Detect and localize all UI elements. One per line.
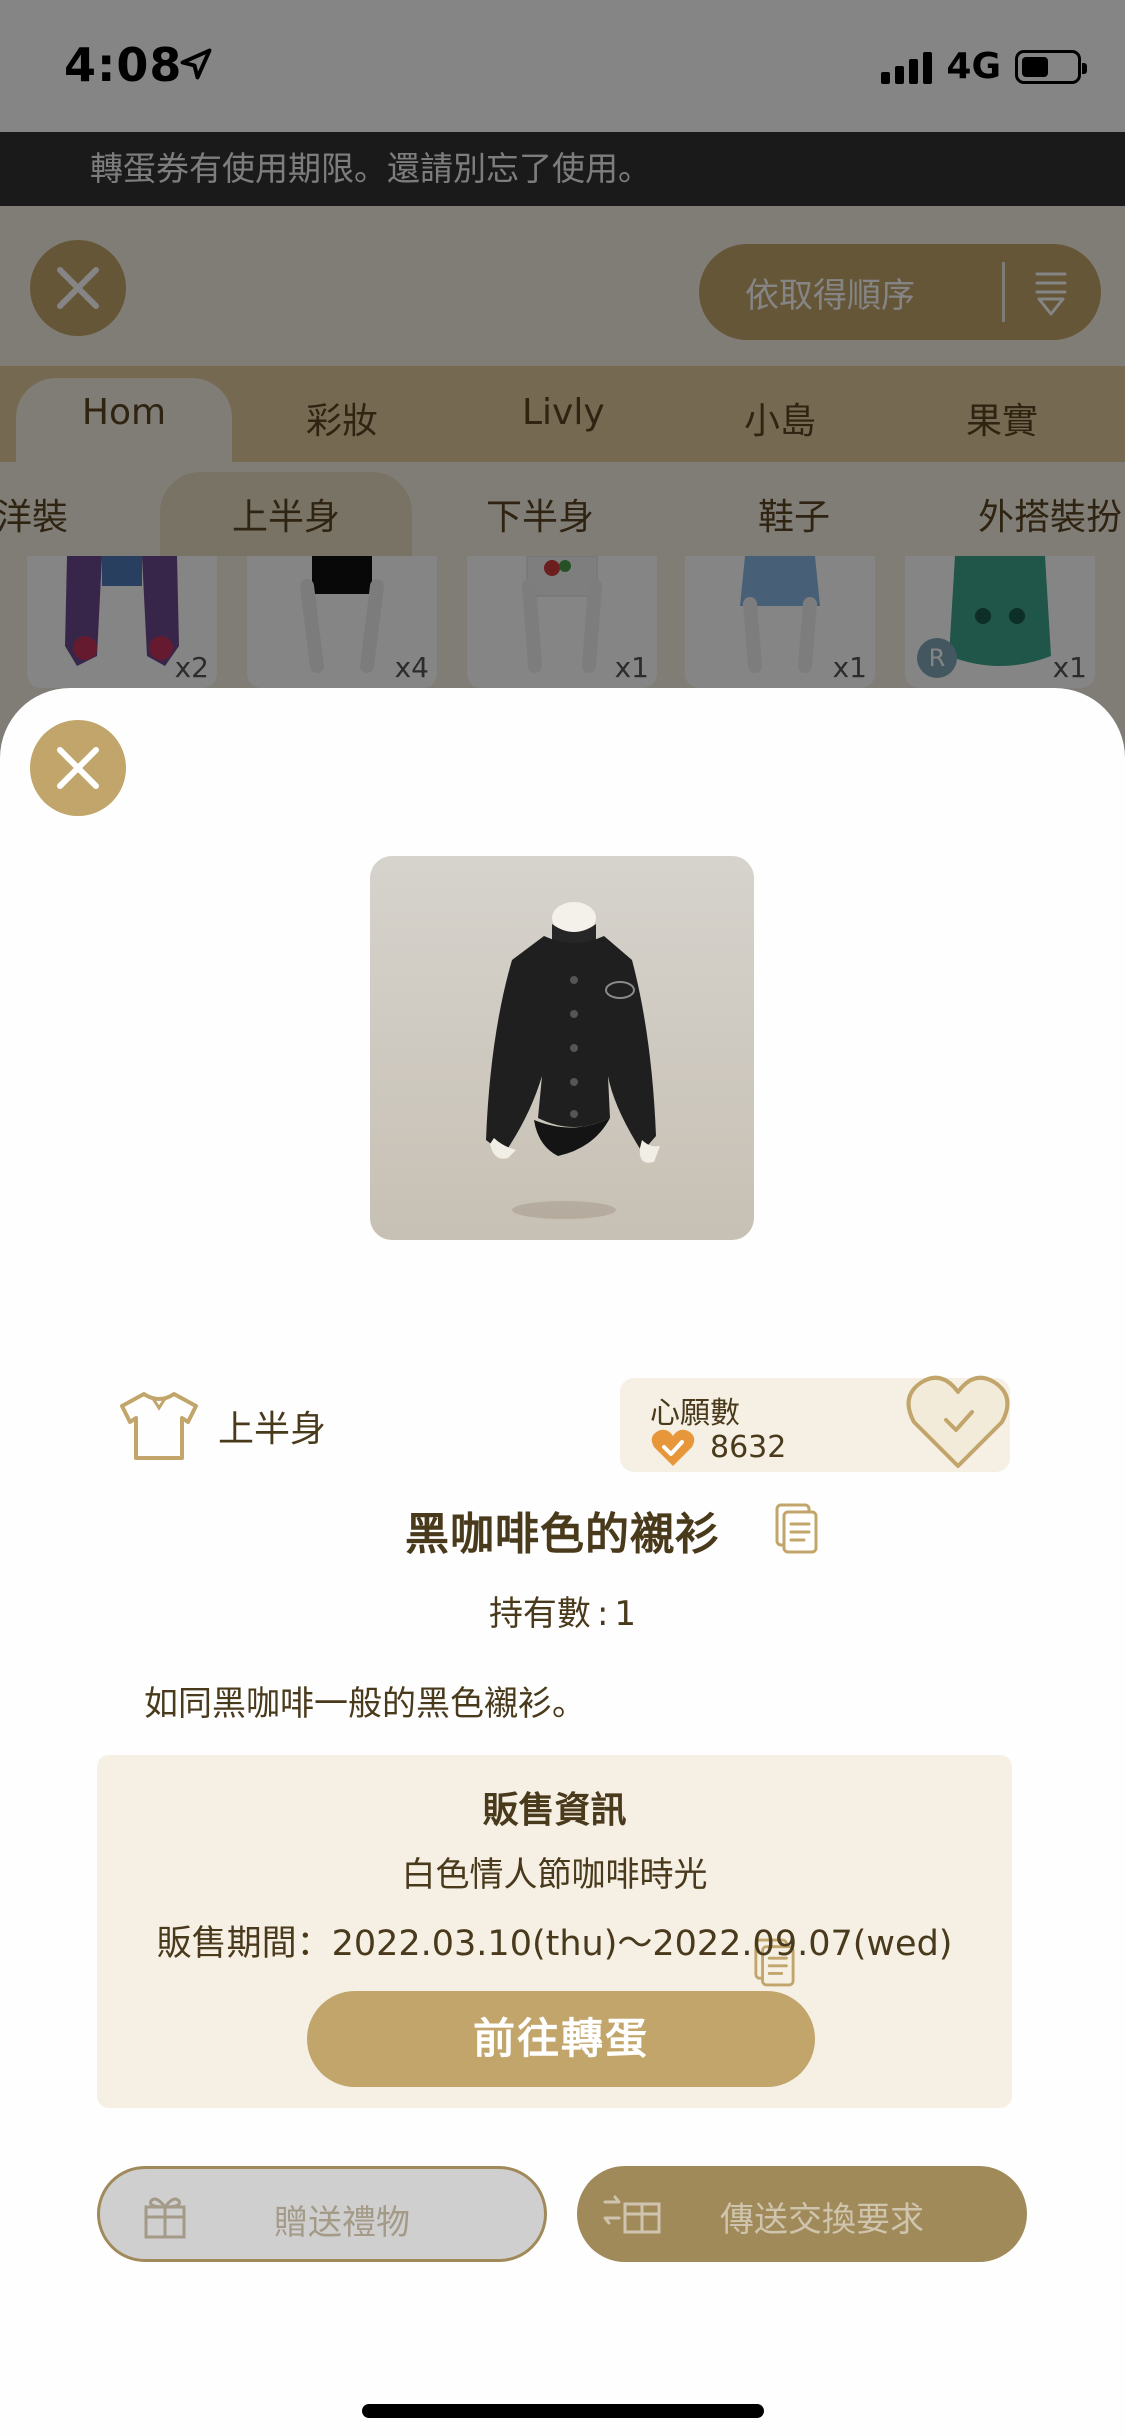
sale-period: 販售期間：2022.03.10(thu)～2022.09.07(wed)	[156, 1924, 953, 1964]
send-gift-button[interactable]: 贈送禮物	[97, 2166, 547, 2262]
owned-count: 持有數:1	[0, 1586, 1125, 1635]
owned-value: 1	[614, 1594, 637, 1634]
category: 上半身	[116, 1388, 326, 1464]
item-description: 如同黑咖啡一般的黑色襯衫。	[144, 1684, 586, 1724]
item-name-row: 黑咖啡色的襯衫	[0, 1498, 1125, 1562]
category-label: 上半身	[218, 1409, 327, 1450]
wishlist-panel: 心願數 8632	[620, 1375, 1010, 1472]
wish-count-label: 心願數	[650, 1396, 740, 1431]
shirt-icon	[120, 1392, 198, 1460]
sale-event-row: 白色情人節咖啡時光	[97, 1847, 1012, 1987]
copy-icon[interactable]	[774, 1502, 818, 1554]
wish-count: 8632	[710, 1430, 787, 1465]
close-button[interactable]	[30, 720, 126, 816]
owned-label: 持有數	[488, 1594, 591, 1634]
send-trade-label: 傳送交換要求	[720, 2200, 924, 2240]
owned-colon: :	[596, 1594, 609, 1634]
item-detail-sheet: 上半身 心願數 8632 黑咖啡色的襯衫 持有數:1 如同黑咖啡一般的黑色襯衫。…	[0, 688, 1125, 2436]
send-trade-request-button[interactable]: 傳送交換要求	[577, 2166, 1027, 2262]
item-name: 黑咖啡色的襯衫	[405, 1509, 720, 1560]
sale-info-title: 販售資訊	[482, 1790, 627, 1831]
sale-info-panel: 販售資訊 白色情人節咖啡時光 販售期間：2022.03.10(thu)～2022…	[97, 1755, 1012, 2108]
sale-event-name: 白色情人節咖啡時光	[401, 1855, 708, 1895]
add-wishlist-heart-icon[interactable]	[904, 1372, 1012, 1472]
home-indicator[interactable]	[362, 2404, 764, 2418]
close-icon	[57, 747, 99, 789]
item-image	[370, 856, 754, 1240]
black-shirt-illustration	[486, 902, 660, 1219]
go-to-gacha-button[interactable]: 前往轉蛋	[307, 1991, 815, 2087]
send-gift-label: 贈送禮物	[274, 2203, 410, 2243]
orange-heart-icon	[651, 1429, 695, 1466]
